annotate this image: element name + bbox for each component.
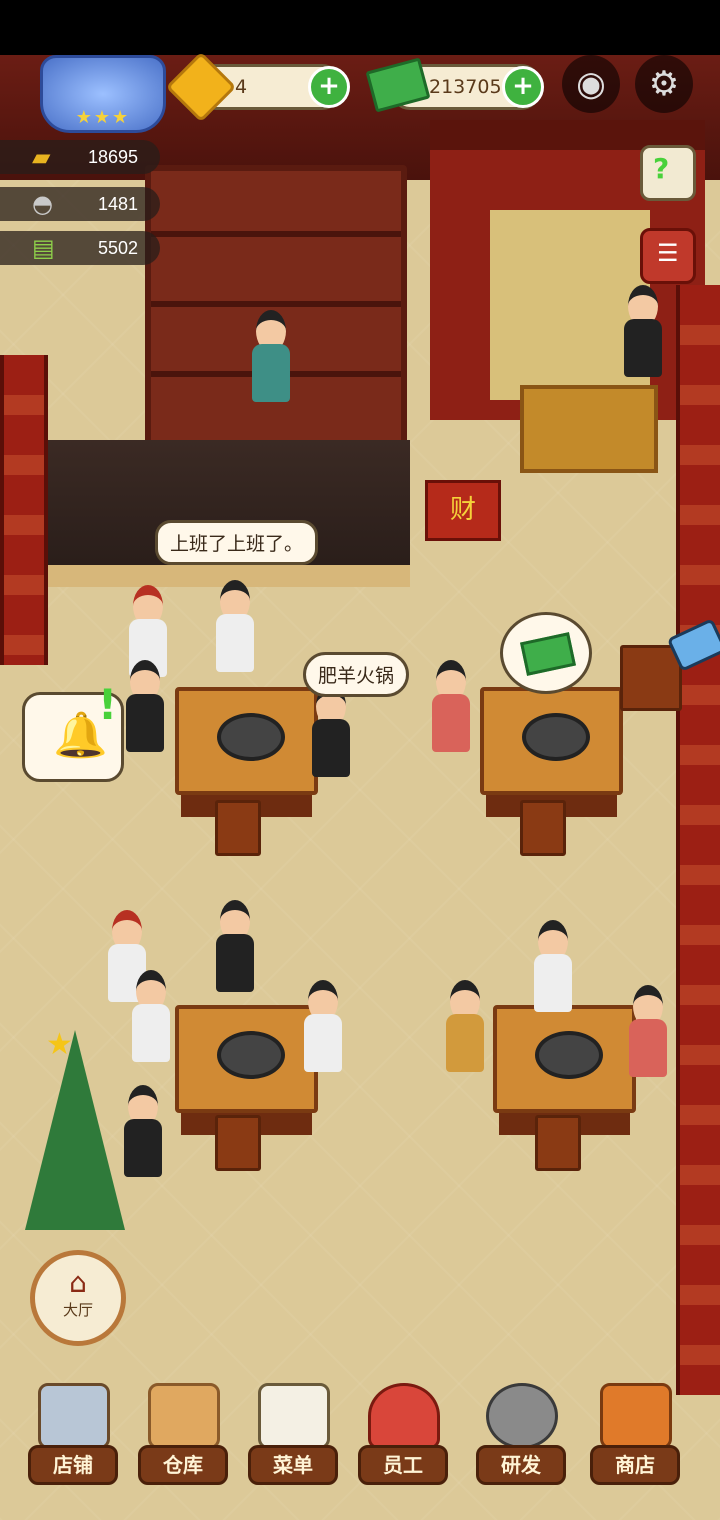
nav-staff-label: 员工: [358, 1445, 448, 1485]
customer-character[interactable]: [428, 660, 474, 755]
nav-research[interactable]: 研发: [468, 1375, 568, 1485]
clipboard-icon: [258, 1383, 330, 1449]
hotpot-icon: [217, 1031, 285, 1079]
star-icon: ★: [46, 1027, 73, 1062]
fortune-box-label: 财: [449, 495, 476, 525]
hall-button-label: 大厅: [62, 1301, 93, 1319]
level-stars: ★★★: [75, 107, 131, 128]
player-level-badge[interactable]: ★★★: [40, 55, 166, 133]
alert-icon: !: [98, 680, 118, 729]
question-icon: ?: [653, 152, 670, 185]
customer-character[interactable]: [128, 970, 174, 1065]
settings-button[interactable]: ⚙: [635, 55, 693, 113]
stat-gold: ▰ 18695: [0, 140, 160, 174]
customer-character[interactable]: [212, 900, 258, 995]
chef-icon: [368, 1383, 440, 1449]
stat-dishes-value: 1481: [97, 194, 138, 214]
camera-icon: ◉: [576, 64, 606, 104]
task-list-button[interactable]: ☰: [640, 228, 696, 284]
storefront-icon: [38, 1383, 110, 1449]
chair: [520, 800, 566, 856]
nav-menu-label: 菜单: [248, 1445, 338, 1485]
hotpot-icon: [522, 713, 590, 761]
bartender-character[interactable]: [248, 310, 294, 405]
manager-character[interactable]: [620, 285, 666, 380]
nav-store-label: 商店: [590, 1445, 680, 1485]
customer-character[interactable]: [625, 985, 671, 1080]
waiter-character[interactable]: [120, 1085, 166, 1180]
nav-shop-label: 店铺: [28, 1445, 118, 1485]
table-2[interactable]: [480, 687, 623, 795]
hall-button[interactable]: ⌂ 大厅: [30, 1250, 126, 1346]
entrance-rug: [520, 385, 658, 473]
boxes-icon: [148, 1383, 220, 1449]
bottom-nav: 店铺 仓库 菜单 员工 研发 商店: [0, 1375, 720, 1520]
gear-icon: ⚙: [648, 64, 680, 104]
wok-icon: [486, 1383, 558, 1449]
nav-research-label: 研发: [476, 1445, 566, 1485]
customer-character[interactable]: [122, 660, 168, 755]
nav-warehouse[interactable]: 仓库: [130, 1375, 230, 1485]
nav-warehouse-label: 仓库: [138, 1445, 228, 1485]
christmas-tree: [25, 1030, 125, 1230]
stat-menu: ▤ 5502: [0, 231, 160, 265]
table-4[interactable]: [493, 1005, 636, 1113]
nav-shop[interactable]: 店铺: [20, 1375, 120, 1485]
customer-character[interactable]: [300, 980, 346, 1075]
stat-dishes: ◓ 1481: [0, 187, 160, 221]
menu-card-icon: ▤: [32, 234, 55, 262]
add-cash-button[interactable]: +: [502, 66, 544, 108]
order-speech-text: 肥羊火锅: [318, 665, 395, 687]
market-stall-icon: [600, 1383, 672, 1449]
table-3[interactable]: [175, 1005, 318, 1113]
chair: [535, 1115, 581, 1171]
table-1[interactable]: [175, 687, 318, 795]
order-speech-bubble: 肥羊火锅: [303, 652, 410, 697]
stat-menu-value: 5502: [97, 238, 138, 258]
gold-ingot-icon: ▰: [32, 143, 51, 171]
staff-speech-text: 上班了上班了。: [170, 533, 304, 555]
customer-character[interactable]: [212, 580, 258, 675]
gem-count: 4: [235, 76, 248, 98]
chair: [215, 1115, 261, 1171]
staff-speech-bubble: 上班了上班了。: [155, 520, 319, 565]
chair: [215, 800, 261, 856]
cash-icon: [520, 632, 576, 676]
hotpot-icon: [217, 713, 285, 761]
house-icon: ⌂: [69, 1266, 87, 1299]
customer-character[interactable]: [308, 685, 354, 780]
customer-character[interactable]: [442, 980, 488, 1075]
hotpot-icon: [535, 1031, 603, 1079]
fortune-box: 财: [425, 480, 501, 541]
stat-gold-value: 18695: [87, 147, 138, 167]
help-book-button[interactable]: ?: [640, 145, 696, 201]
scroll-icon: ☰: [657, 239, 679, 267]
food-cloche-icon: ◓: [32, 190, 53, 218]
camera-button[interactable]: ◉: [562, 55, 620, 113]
chair: [620, 645, 682, 711]
nav-staff[interactable]: 员工: [350, 1375, 450, 1485]
pillar-left: [0, 355, 48, 665]
nav-menu[interactable]: 菜单: [240, 1375, 340, 1485]
collect-cash-bubble[interactable]: [500, 612, 592, 694]
customer-character[interactable]: [530, 920, 576, 1015]
nav-store[interactable]: 商店: [582, 1375, 682, 1485]
add-gems-button[interactable]: +: [308, 66, 350, 108]
cash-amount: 2137050: [429, 76, 514, 98]
pillar-right: [676, 285, 720, 1395]
